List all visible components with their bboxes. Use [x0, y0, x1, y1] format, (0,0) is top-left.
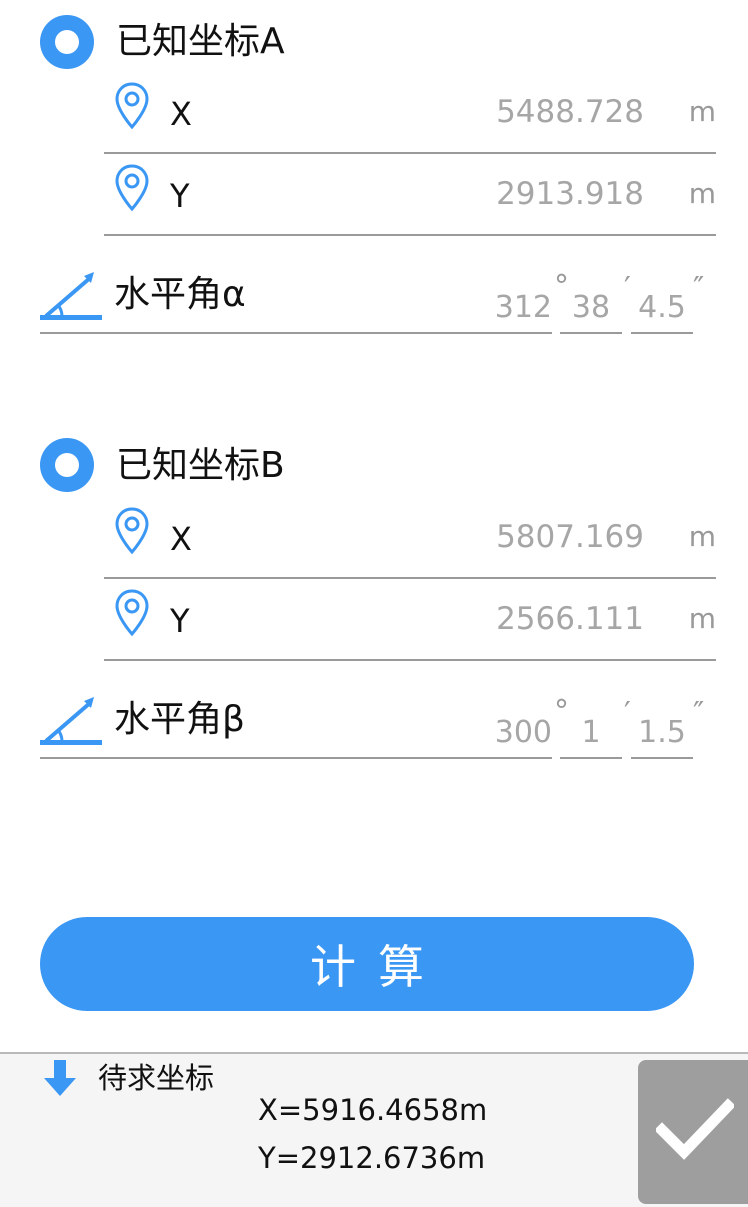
section-title-a: 已知坐标A	[116, 21, 285, 62]
seconds-box	[631, 282, 693, 334]
degrees-box	[478, 282, 552, 334]
location-pin-icon	[115, 507, 149, 555]
angle-row-alpha: 水平角α ° ′ ″	[40, 262, 704, 334]
result-title: 待求坐标	[98, 1061, 215, 1095]
unit-label: m	[688, 95, 716, 128]
seconds-box	[631, 707, 693, 759]
minutes-box	[560, 282, 622, 334]
radio-selected-icon[interactable]	[40, 438, 94, 492]
second-symbol: ″	[693, 696, 705, 731]
result-y: Y=2912.6736m	[258, 1141, 486, 1175]
section-title-b: 已知坐标B	[116, 445, 285, 486]
arrow-down-icon	[44, 1060, 76, 1096]
angle-label-alpha: 水平角α	[114, 274, 246, 315]
alpha-minutes-input[interactable]	[560, 288, 622, 326]
calculate-button[interactable]: 计算	[40, 917, 694, 1011]
angle-icon	[40, 697, 102, 745]
axis-label-x: X	[170, 95, 192, 133]
angle-underline	[40, 332, 552, 334]
point-b-x-input[interactable]	[384, 517, 644, 557]
angle-icon	[40, 272, 102, 320]
radio-selected-icon[interactable]	[40, 15, 94, 69]
angle-underline	[40, 757, 552, 759]
result-x: X=5916.4658m	[258, 1093, 488, 1127]
alpha-degrees-input[interactable]	[478, 288, 552, 326]
result-panel: 待求坐标 X=5916.4658m Y=2912.6736m	[0, 1052, 748, 1207]
unit-label: m	[688, 177, 716, 210]
angle-row-beta: 水平角β ° ′ ″	[40, 687, 704, 759]
second-symbol: ″	[693, 271, 705, 306]
coord-row-b-y: Y m	[104, 579, 716, 661]
unit-label: m	[688, 602, 716, 635]
point-b-y-input[interactable]	[384, 599, 644, 639]
minute-symbol: ′	[624, 696, 631, 731]
coord-row-a-x: X m	[104, 72, 716, 154]
alpha-seconds-input[interactable]	[631, 288, 693, 326]
axis-label-y: Y	[170, 177, 190, 215]
degrees-box	[478, 707, 552, 759]
confirm-button[interactable]	[638, 1060, 748, 1204]
beta-minutes-input[interactable]	[560, 713, 622, 751]
checkmark-icon	[656, 1098, 734, 1160]
location-pin-icon	[115, 82, 149, 130]
point-a-y-input[interactable]	[384, 174, 644, 214]
axis-label-x: X	[170, 520, 192, 558]
location-pin-icon	[115, 164, 149, 212]
location-pin-icon	[115, 589, 149, 637]
point-a-x-input[interactable]	[384, 92, 644, 132]
unit-label: m	[688, 520, 716, 553]
minutes-box	[560, 707, 622, 759]
minute-symbol: ′	[624, 271, 631, 306]
beta-degrees-input[interactable]	[478, 713, 552, 751]
angle-label-beta: 水平角β	[114, 699, 245, 740]
coord-row-b-x: X m	[104, 497, 716, 579]
beta-seconds-input[interactable]	[631, 713, 693, 751]
axis-label-y: Y	[170, 602, 190, 640]
coord-row-a-y: Y m	[104, 154, 716, 236]
